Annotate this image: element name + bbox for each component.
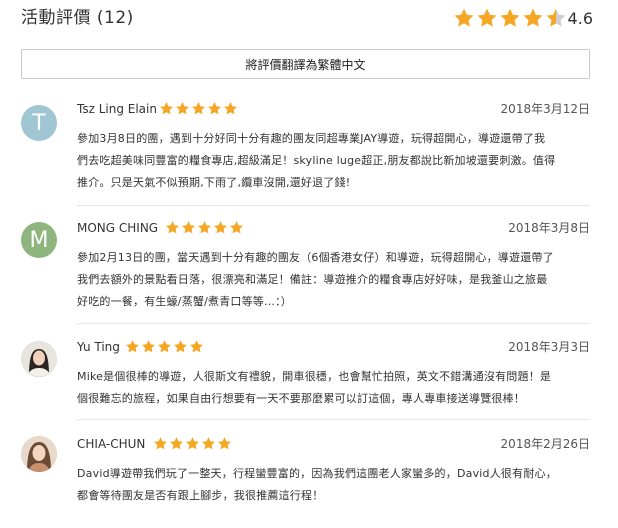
review-date: 2018年3月12日 [500,102,590,116]
star-icon [174,340,187,353]
avatar [21,341,57,377]
star-icon [170,437,183,450]
reviews-title: 活動評價 (12) [21,8,134,28]
reviewer-name: MONG CHING [77,221,159,235]
star-icon [214,221,227,234]
review-item: Yu Ting 2018年3月3日 Mike是個很棒的導遊，人很斯文有禮貌，開車… [21,333,590,413]
user-photo-icon [21,341,57,377]
review-text: Mike是個很棒的導遊，人很斯文有禮貌，開車很穩，也會幫忙拍照，英文不錯溝通沒有… [77,366,587,410]
review-text-line: 好吃的一餐，有生蠔/蒸蟹/煮青口等等...：） [77,295,293,308]
divider [77,323,590,324]
reviewer-name: Yu Ting [77,340,120,354]
star-icon [477,8,497,27]
review-text: David導遊帶我們玩了一整天，行程蠻豐富的，因為我們這團老人家蠻多的，Davi… [77,463,587,507]
review-text-line: Mike是個很棒的導遊，人很斯文有禮貌，開車很穩，也會幫忙拍照，英文不錯溝通沒有… [77,370,552,383]
review-date: 2018年3月3日 [508,340,590,354]
overall-rating-value: 4.6 [567,9,593,28]
review-star-rating [165,220,244,235]
star-icon [126,340,139,353]
review-star-rating [125,339,204,354]
star-icon [208,102,221,115]
star-icon [230,221,243,234]
star-icon [523,8,543,27]
star-icon [158,340,171,353]
star-icon [166,221,179,234]
divider [77,205,590,206]
reviews-header: 活動評價 (12) 4.6 [21,6,593,32]
review-text: 參加3月8日的團，遇到十分好同十分有趣的團友同超專業JAY導遊，玩得超開心，導遊… [77,128,587,194]
star-icon [500,8,520,27]
star-icon [160,102,173,115]
avatar: M [21,222,57,258]
star-icon [182,221,195,234]
star-icon [192,102,205,115]
review-date: 2018年2月26日 [500,437,590,451]
user-photo-icon [21,436,57,472]
review-text-line: 都會等待團友是否有跟上腳步，我很推薦這行程！ [77,489,324,502]
reviewer-name: Tsz Ling Elain [77,102,157,116]
review-text: 參加2月13日的團，當天遇到十分有趣的團友（6個香港女仔）和導遊，玩得超開心，導… [77,247,587,313]
star-icon [190,340,203,353]
review-item: CHIA-CHUN 2018年2月26日 David導遊帶我們玩了一整天，行程蠻… [21,430,590,510]
star-icon [142,340,155,353]
star-icon [454,8,474,27]
star-icon [224,102,237,115]
half-star-icon [546,8,566,27]
review-item: M MONG CHING 2018年3月8日 參加2月13日的團，當天遇到十分有… [21,214,590,314]
review-text-line: David導遊帶我們玩了一整天，行程蠻豐富的，因為我們這團老人家蠻多的，Davi… [77,467,557,480]
review-item: T Tsz Ling Elain 2018年3月12日 參加3月8日的團，遇到十… [21,95,590,195]
reviewer-name: CHIA-CHUN [77,437,146,451]
avatar: T [21,105,57,141]
review-text-line: 參加2月13日的團，當天遇到十分有趣的團友（6個香港女仔）和導遊，玩得超開心，導… [77,251,554,264]
overall-star-rating [453,7,567,29]
translate-reviews-button[interactable]: 將評價翻譯為繁體中文 [21,49,590,79]
star-icon [154,437,167,450]
star-icon [176,102,189,115]
review-date: 2018年3月8日 [508,221,590,235]
review-text-line: 推介。只是天氣不似預期,下雨了,纜車沒開,還好退了錢! [77,176,351,189]
star-icon [198,221,211,234]
review-text-line: 們去吃超美味同豐富的糧食專店,超級滿足！skyline luge超正,朋友都說比… [77,154,556,167]
review-text-line: 我們去額外的景點看日落，很漂亮和滿足！備註：導遊推介的糧食專店好好味，是我釜山之… [77,273,548,286]
review-text-line: 參加3月8日的團，遇到十分好同十分有趣的團友同超專業JAY導遊，玩得超開心，導遊… [77,132,546,145]
review-star-rating [153,436,232,451]
star-icon [202,437,215,450]
divider [77,419,590,420]
avatar [21,436,57,472]
review-text-line: 個很難忘的旅程，如果自由行想要有一天不要那麼累可以訂這個，專人專車接送導覽很棒！ [77,392,525,405]
star-icon [218,437,231,450]
star-icon [186,437,199,450]
review-star-rating [159,101,238,116]
